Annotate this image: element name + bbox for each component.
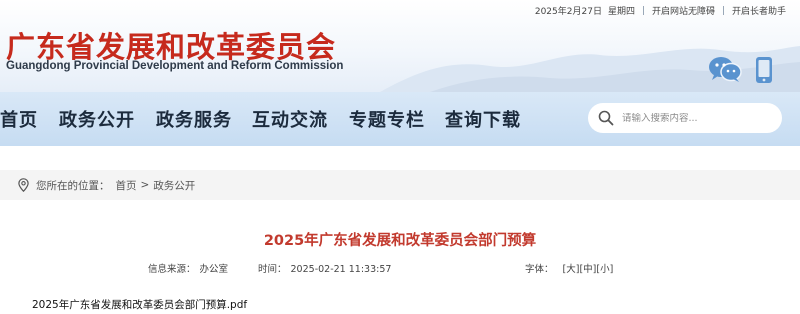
nav-item-interaction[interactable]: 互动交流 <box>252 106 328 132</box>
font-size-small[interactable]: [小] <box>596 264 613 275</box>
current-date: 2025年2月27日 <box>534 6 602 17</box>
font-size-large[interactable]: [大] <box>563 264 580 275</box>
current-weekday: 星期四 <box>607 6 635 17</box>
topbar-divider <box>642 5 644 15</box>
attachment-link[interactable]: 2025年广东省发展和改革委员会部门预算.pdf <box>32 297 247 312</box>
search-box[interactable] <box>588 103 782 133</box>
elder-assistant-link[interactable]: 开启长者助手 <box>732 4 786 17</box>
publish-time: 时间： 2025-02-21 11:33:57 <box>258 261 391 275</box>
search-input[interactable] <box>622 112 772 124</box>
search-icon[interactable] <box>598 110 614 126</box>
breadcrumb: 您所在的位置： 首页 > 政务公开 <box>0 170 800 200</box>
topbar-divider <box>722 5 724 15</box>
nav-item-home[interactable]: 首页 <box>0 106 38 132</box>
font-size-switcher: 字体： [大][中][小] <box>525 261 613 275</box>
accessibility-link[interactable]: 开启网站无障碍 <box>652 4 715 17</box>
info-source-value: 办公室 <box>199 264 229 275</box>
breadcrumb-home[interactable]: 首页 <box>116 178 137 193</box>
nav-item-query-download[interactable]: 查询下载 <box>445 106 521 132</box>
font-size-label: 字体： <box>525 264 554 275</box>
location-pin-icon <box>18 178 29 192</box>
mobile-icon[interactable] <box>755 56 773 84</box>
site-header: 2025年2月27日 星期四 开启网站无障碍 开启长者助手 广东省发展和改革委员… <box>0 0 800 92</box>
breadcrumb-separator: > <box>140 179 150 191</box>
publish-time-label: 时间： <box>258 264 287 275</box>
breadcrumb-government-affairs[interactable]: 政务公开 <box>153 178 195 193</box>
nav-item-government-services[interactable]: 政务服务 <box>156 106 232 132</box>
article-title: 2025年广东省发展和改革委员会部门预算 <box>263 233 537 249</box>
info-source: 信息来源： 办公室 <box>148 261 228 275</box>
info-source-label: 信息来源： <box>148 264 196 275</box>
wechat-icon[interactable] <box>708 56 742 82</box>
publish-time-value: 2025-02-21 11:33:57 <box>290 264 392 275</box>
nav-item-government-affairs[interactable]: 政务公开 <box>59 106 135 132</box>
breadcrumb-prefix: 您所在的位置： <box>36 179 110 192</box>
topbar: 2025年2月27日 星期四 开启网站无障碍 开启长者助手 <box>535 3 786 17</box>
nav-item-special-topics[interactable]: 专题专栏 <box>349 106 425 132</box>
font-size-medium[interactable]: [中] <box>579 264 596 275</box>
site-subtitle: Guangdong Provincial Development and Ref… <box>6 60 344 72</box>
main-nav: 首页 政务公开 政务服务 互动交流 专题专栏 查询下载 <box>0 92 800 146</box>
